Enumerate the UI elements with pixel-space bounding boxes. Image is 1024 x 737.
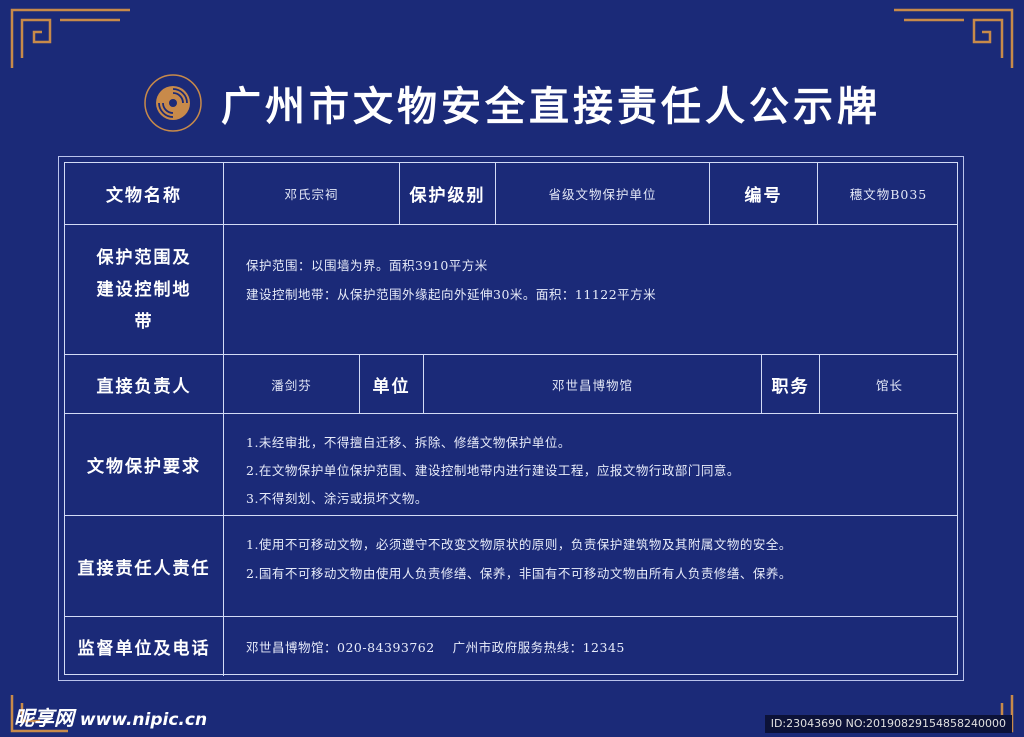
watermark-brand-name: 昵享网 — [14, 706, 74, 730]
info-board: 文物名称 邓氏宗祠 保护级别 省级文物保护单位 编号 穗文物B035 保护范围及… — [64, 162, 958, 676]
scope-line-1: 保护范围：以围墙为界。面积3910平方米 — [246, 258, 488, 273]
artifact-name-label: 文物名称 — [106, 186, 182, 206]
row-protection-scope: 保护范围及建设控制地带 保护范围：以围墙为界。面积3910平方米 建设控制地带：… — [65, 224, 957, 354]
cultural-heritage-logo-icon — [144, 74, 202, 132]
unit-value: 邓世昌博物馆 — [423, 355, 761, 413]
requirement-line-2: 2.在文物保护单位保护范围、建设控制地带内进行建设工程，应报文物行政部门同意。 — [246, 463, 740, 478]
responsibility-line-2: 2.国有不可移动文物由使用人负责修缮、保养，非国有不可移动文物由所有人负责修缮、… — [246, 566, 792, 581]
responsibility-line-1: 1.使用不可移动文物，必须遵守不改变文物原状的原则，负责保护建筑物及其附属文物的… — [246, 537, 792, 552]
scope-line-2: 建设控制地带：从保护范围外缘起向外延伸30米。面积：11122平方米 — [246, 287, 657, 302]
watermark-id: ID:23043690 NO:20190829154858240000 — [764, 715, 1012, 733]
row-responsibilities: 直接责任人责任 1.使用不可移动文物，必须遵守不改变文物原状的原则，负责保护建筑… — [65, 515, 957, 616]
requirement-line-1: 1.未经审批，不得擅自迁移、拆除、修缮文物保护单位。 — [246, 435, 571, 450]
title-area: 广州市文物安全直接责任人公示牌 — [0, 68, 1024, 138]
position-label: 职务 — [761, 355, 819, 413]
protection-level-value: 省级文物保护单位 — [495, 163, 709, 224]
protection-scope-label: 保护范围及建设控制地带 — [96, 247, 192, 332]
row-protection-requirements: 文物保护要求 1.未经审批，不得擅自迁移、拆除、修缮文物保护单位。 2.在文物保… — [65, 413, 957, 515]
number-label: 编号 — [709, 163, 817, 224]
row-supervision: 监督单位及电话 邓世昌博物馆：020-84393762 广州市政府服务热线：12… — [65, 616, 957, 676]
responsible-person-label: 直接负责人 — [96, 376, 192, 397]
protection-requirements-text: 1.未经审批，不得擅自迁移、拆除、修缮文物保护单位。 2.在文物保护单位保护范围… — [223, 414, 959, 515]
responsibilities-label: 直接责任人责任 — [77, 558, 211, 579]
supervision-contact: 邓世昌博物馆：020-84393762 广州市政府服务热线：12345 — [223, 617, 959, 676]
supervision-contact-text: 邓世昌博物馆：020-84393762 广州市政府服务热线：12345 — [246, 640, 625, 655]
watermark-url: www.nipic.cn — [79, 710, 208, 730]
position-value: 馆长 — [819, 355, 959, 413]
requirement-line-3: 3.不得刻划、涂污或损坏文物。 — [246, 491, 428, 506]
responsibilities-text: 1.使用不可移动文物，必须遵守不改变文物原状的原则，负责保护建筑物及其附属文物的… — [223, 516, 959, 616]
number-value: 穗文物B035 — [817, 163, 959, 224]
protection-scope-text: 保护范围：以围墙为界。面积3910平方米 建设控制地带：从保护范围外缘起向外延伸… — [223, 225, 959, 354]
row-responsible-person: 直接负责人 潘剑芬 单位 邓世昌博物馆 职务 馆长 — [65, 354, 957, 413]
corner-ornament-top-right — [894, 8, 1014, 68]
corner-ornament-top-left — [10, 8, 130, 68]
watermark-brand: 昵享网 www.nipic.cn — [14, 702, 207, 731]
artifact-name-value: 邓氏宗祠 — [223, 163, 399, 224]
supervision-label: 监督单位及电话 — [77, 639, 211, 659]
protection-requirements-label: 文物保护要求 — [87, 457, 201, 477]
unit-label: 单位 — [359, 355, 423, 413]
page-title: 广州市文物安全直接责任人公示牌 — [221, 83, 881, 130]
row-artifact-info: 文物名称 邓氏宗祠 保护级别 省级文物保护单位 编号 穗文物B035 — [65, 163, 957, 224]
protection-level-label: 保护级别 — [399, 163, 495, 224]
responsible-person-value: 潘剑芬 — [223, 355, 359, 413]
